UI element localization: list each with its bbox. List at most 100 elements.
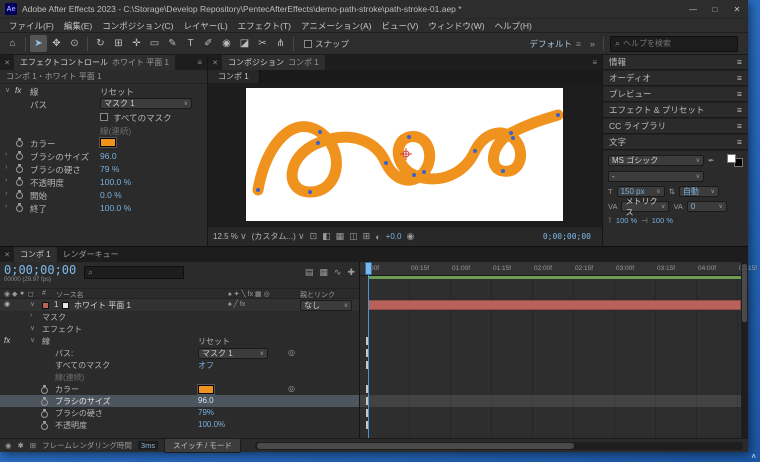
property-row-path[interactable]: パス マスク 1 ∨ (0, 97, 207, 110)
chevron-down-icon[interactable]: ∨ (30, 336, 35, 344)
timeline-search-box[interactable]: ⌕ (84, 266, 184, 279)
chevron-down-icon[interactable]: ∨ (5, 86, 10, 94)
grid-icon[interactable]: ▦ (336, 231, 345, 242)
chevron-right-icon[interactable]: › (5, 190, 7, 197)
tab-composition[interactable]: コンポジション コンポ 1 (222, 55, 325, 70)
grid-icon[interactable]: ▦ (319, 267, 328, 278)
scrollbar-thumb[interactable] (742, 264, 747, 322)
property-value[interactable]: 100.0% (198, 420, 225, 429)
property-value[interactable]: 100.0 % (100, 203, 131, 213)
row-opacity[interactable]: 不透明度 100.0% (0, 419, 359, 431)
chevron-right-icon[interactable]: › (30, 312, 32, 319)
workspace-overflow-icon[interactable]: » (586, 39, 599, 49)
viewer-timecode[interactable]: 0;00;00;00 (543, 232, 597, 241)
path-dropdown[interactable]: マスク 1 ∨ (100, 98, 192, 109)
tab-timeline-comp1[interactable]: コンポ 1 (14, 247, 57, 262)
workspace-menu-icon[interactable]: ≡ (576, 39, 581, 49)
property-row-end[interactable]: › 終了 100.0 % (0, 201, 207, 214)
snap-checkbox[interactable] (304, 40, 312, 48)
chevron-right-icon[interactable]: › (5, 177, 7, 184)
help-search-input[interactable] (623, 39, 733, 48)
shape-tool-icon[interactable]: ▭ (146, 35, 163, 52)
pan-camera-tool-icon[interactable]: ⊞ (110, 35, 127, 52)
panel-menu-icon[interactable]: ≡ (192, 58, 207, 67)
composition-canvas[interactable] (246, 88, 563, 221)
region-of-interest-icon[interactable]: ⊡ (310, 231, 318, 242)
menu-effect[interactable]: エフェクト(T) (233, 20, 296, 32)
stopwatch-icon[interactable] (15, 150, 24, 160)
property-value[interactable]: 100.0 % (100, 177, 131, 187)
panel-menu-icon[interactable]: ≡ (737, 73, 742, 83)
resolution-dropdown[interactable]: (カスタム...) ∨ (252, 231, 305, 242)
panel-menu-icon[interactable]: ≡ (737, 89, 742, 99)
live-update-icon[interactable]: ◉ (5, 441, 12, 450)
property-row-opacity[interactable]: › 不透明度 100.0 % (0, 175, 207, 188)
menu-edit[interactable]: 編集(E) (59, 20, 97, 32)
stopwatch-icon[interactable] (40, 420, 49, 430)
eraser-tool-icon[interactable]: ◪ (236, 35, 253, 52)
close-button[interactable]: ✕ (726, 0, 748, 18)
hand-tool-icon[interactable]: ✥ (48, 35, 65, 52)
fx-icon[interactable]: fx (4, 336, 10, 345)
current-timecode[interactable]: 0;00;00;00 (4, 264, 76, 277)
menu-window[interactable]: ウィンドウ(W) (423, 20, 489, 32)
tracking-dropdown[interactable]: 0 ∨ (687, 201, 727, 212)
panel-menu-icon[interactable]: ≡ (737, 137, 742, 147)
timeline-search-input[interactable] (95, 268, 181, 277)
eyedropper-icon[interactable]: ✒ (708, 156, 714, 165)
timeline-horizontal-scrollbar[interactable] (255, 442, 743, 450)
panel-tab-cc-libraries[interactable]: CC ライブラリ ≡ (603, 119, 748, 134)
chevron-down-icon[interactable]: ∨ (30, 324, 35, 332)
row-path[interactable]: パス: マスク 1 ∨ ◎ (0, 347, 359, 359)
property-row-color[interactable]: カラー (0, 136, 207, 149)
type-tool-icon[interactable]: T (182, 35, 199, 52)
clone-stamp-tool-icon[interactable]: ◉ (218, 35, 235, 52)
work-area-bar[interactable] (368, 276, 741, 279)
panel-menu-icon[interactable]: ≡ (587, 58, 602, 67)
workspace-tab-default[interactable]: デフォルト ≡ (526, 38, 585, 50)
panel-tab-audio[interactable]: オーディオ ≡ (603, 71, 748, 86)
panel-tab-effects-presets[interactable]: エフェクト & プリセット ≡ (603, 103, 748, 118)
tab-render-queue[interactable]: レンダーキュー (57, 247, 125, 262)
fx-icon[interactable]: fx (15, 86, 21, 95)
stopwatch-icon[interactable] (15, 176, 24, 186)
stopwatch-icon[interactable] (15, 202, 24, 212)
home-icon[interactable]: ⌂ (4, 35, 21, 52)
font-family-dropdown[interactable]: MS ゴシック ∨ (608, 155, 704, 166)
layer-name[interactable]: ホワイト 平面 1 (74, 300, 131, 311)
property-row-brush-hardness[interactable]: › ブラシの硬さ 79 % (0, 162, 207, 175)
row-all-masks[interactable]: すべてのマスク オフ (0, 359, 359, 371)
snapshot-icon[interactable]: ◉ (406, 231, 414, 242)
taskbar-hidden-icons-chevron[interactable]: ˄ (751, 452, 756, 461)
chevron-right-icon[interactable]: › (5, 203, 7, 210)
all-masks-checkbox[interactable] (100, 113, 108, 121)
current-time-indicator[interactable] (368, 262, 369, 438)
menu-composition[interactable]: コンポジション(C) (97, 20, 178, 32)
guides-icon[interactable]: ⊞ (363, 231, 371, 242)
fill-stroke-swatches[interactable] (727, 154, 743, 167)
effect-header-row[interactable]: ∨ fx 線 リセット (0, 84, 207, 97)
selection-tool-icon[interactable]: ➤ (30, 35, 47, 52)
chevron-right-icon[interactable]: › (5, 164, 7, 171)
property-value[interactable]: 79% (198, 408, 214, 417)
panel-tab-info[interactable]: 情報 ≡ (603, 55, 748, 70)
current-time-indicator-handle[interactable] (365, 262, 372, 275)
layer-switches-icons[interactable]: ♠ ╱ fx (228, 300, 245, 308)
stopwatch-icon[interactable] (40, 384, 49, 394)
property-row-all-masks[interactable]: すべてのマスク (0, 110, 207, 123)
stopwatch-icon[interactable] (15, 137, 24, 147)
color-swatch[interactable] (198, 385, 214, 394)
vertical-scale-value[interactable]: 100 % (616, 216, 637, 225)
add-icon[interactable]: ✚ (347, 267, 355, 278)
property-value[interactable]: 0.0 % (100, 190, 122, 200)
timeline-vertical-scrollbar[interactable] (741, 262, 748, 438)
property-value[interactable]: 96.0 (198, 396, 214, 405)
expander-icon[interactable]: ∨ (30, 300, 35, 308)
shy-icon[interactable]: ⊞ (30, 441, 36, 450)
font-style-dropdown[interactable]: - ∨ (608, 171, 704, 182)
menu-help[interactable]: ヘルプ(H) (490, 20, 537, 32)
kerning-dropdown[interactable]: メトリクス ∨ (621, 201, 669, 212)
parent-dropdown[interactable]: なし ∨ (300, 300, 352, 311)
menu-animation[interactable]: アニメーション(A) (296, 20, 377, 32)
panel-menu-icon[interactable]: ≡ (737, 105, 742, 115)
